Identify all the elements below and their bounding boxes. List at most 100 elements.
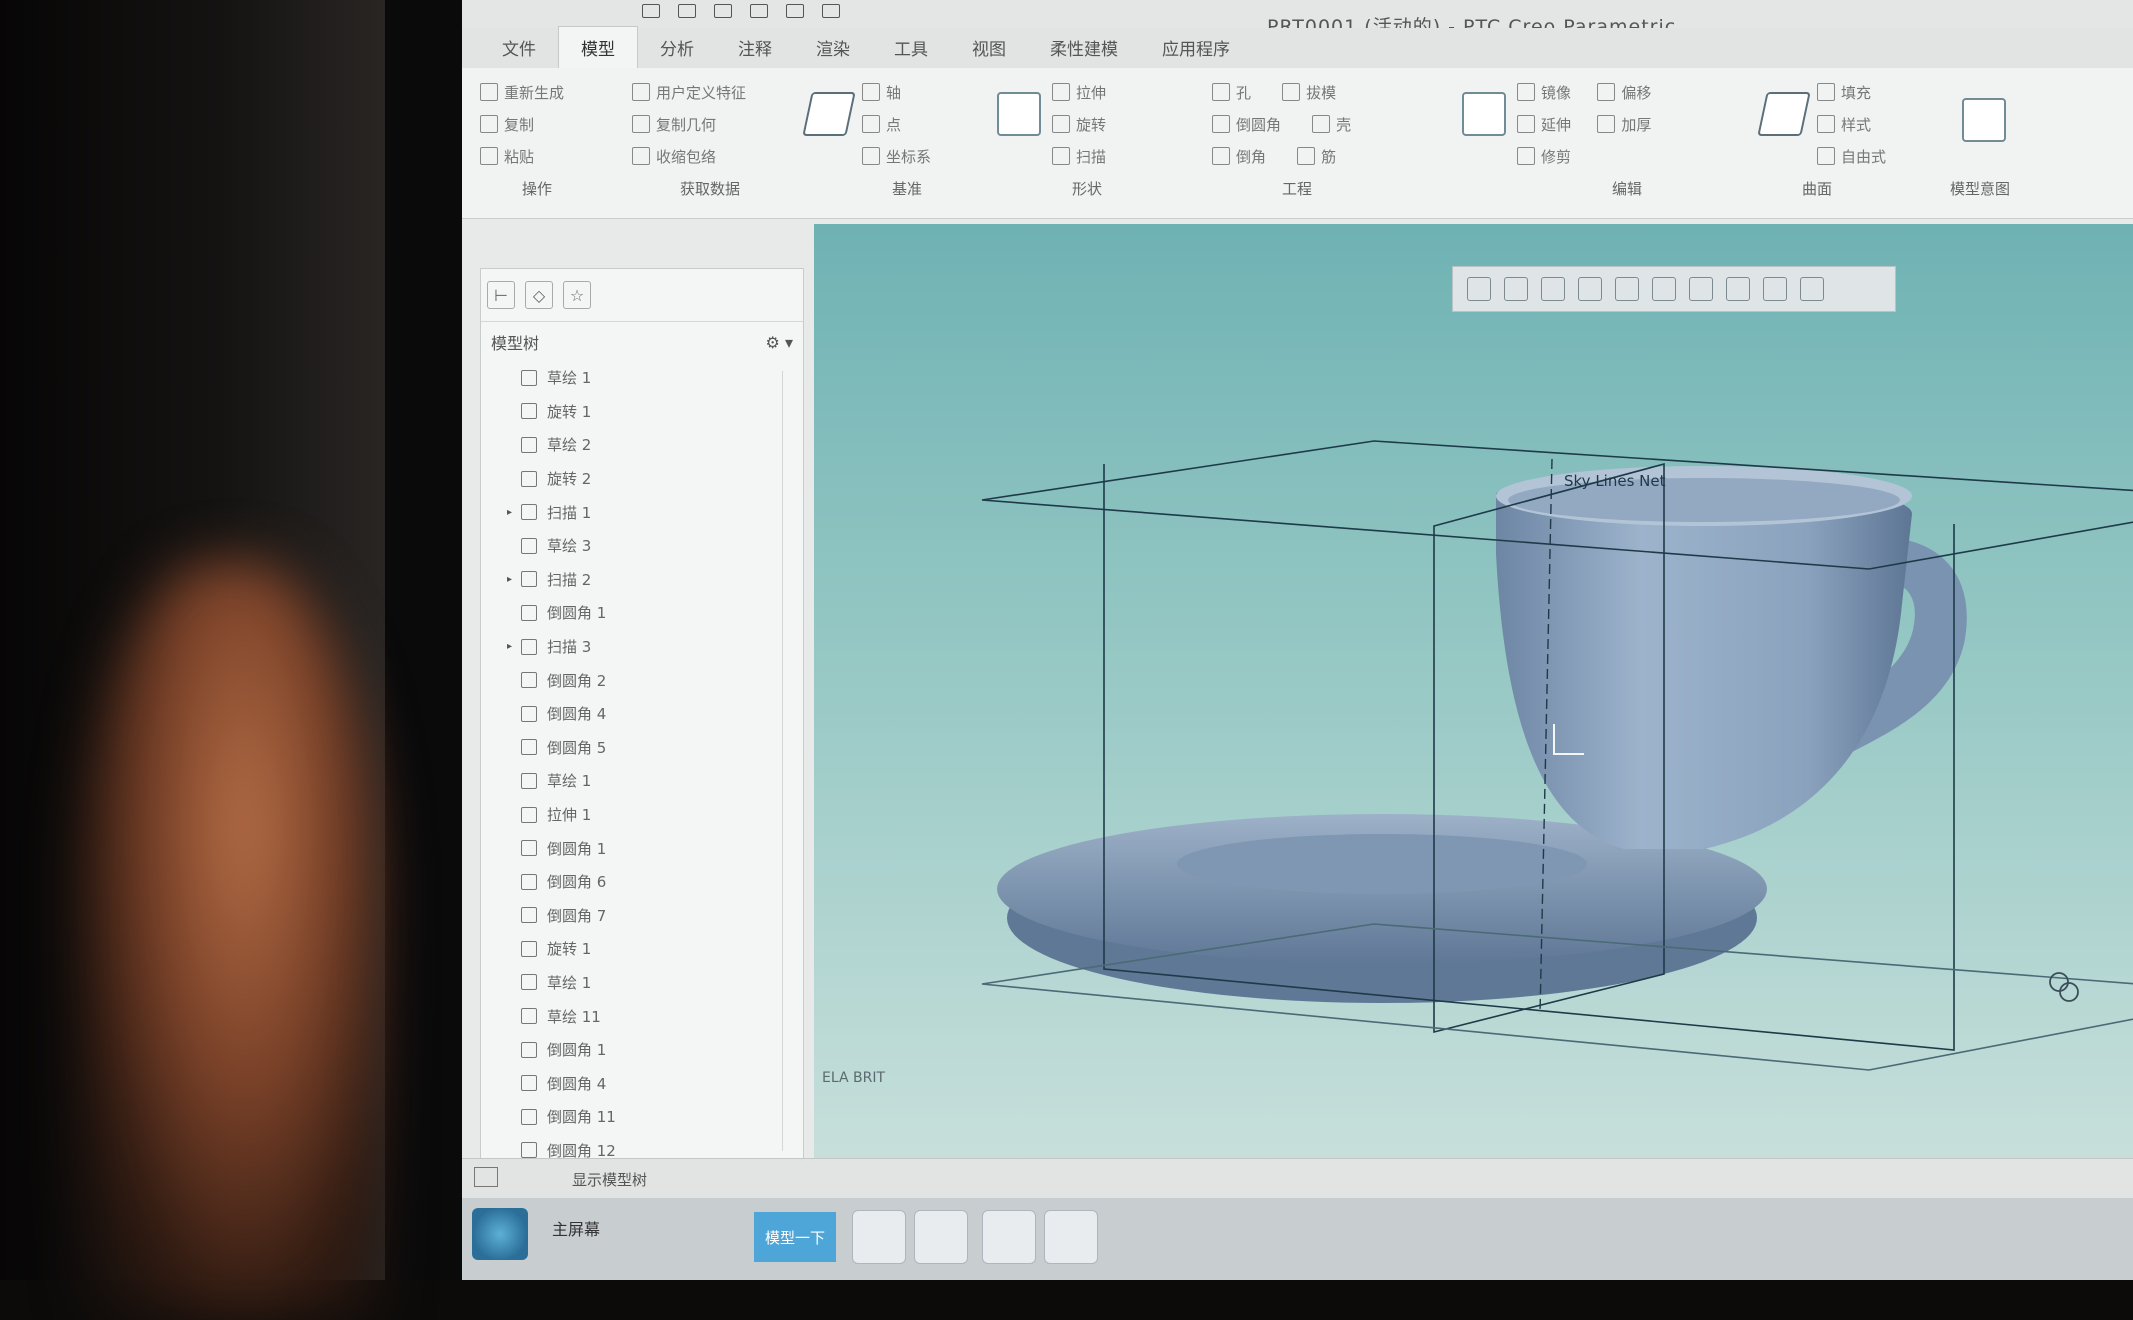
tree-item[interactable]: ▸ 扫描 1 <box>481 495 781 529</box>
save-icon[interactable] <box>714 4 732 18</box>
tree-item[interactable]: 草绘 1 <box>481 361 781 395</box>
sketch-icon[interactable] <box>997 92 1041 136</box>
style-button[interactable]: 样式 <box>1817 108 1947 140</box>
expand-arrow-icon[interactable]: ▸ <box>507 574 521 585</box>
tree-item[interactable]: 旋转 2 <box>481 462 781 496</box>
regenerate-button[interactable]: 重新生成 <box>480 76 600 108</box>
taskbar-active-button[interactable]: 模型一下 <box>754 1212 836 1262</box>
tab-analysis[interactable]: 分析 <box>638 27 716 68</box>
tree-item[interactable]: ▸ 扫描 2 <box>481 563 781 597</box>
sweep-button[interactable]: 扫描 <box>1052 140 1182 172</box>
tree-item[interactable]: 旋转 1 <box>481 395 781 429</box>
tree-item[interactable]: 草绘 2 <box>481 428 781 462</box>
model-intent-icon[interactable] <box>1962 98 2006 142</box>
round-button[interactable]: 倒圆角 壳 <box>1212 108 1432 140</box>
tree-item[interactable]: 拉伸 1 <box>481 798 781 832</box>
mirror-button[interactable]: 镜像 偏移 <box>1517 76 1757 108</box>
zoom-in-icon[interactable] <box>1504 277 1528 301</box>
tree-item[interactable]: 倒圆角 1 <box>481 1033 781 1067</box>
tab-model[interactable]: 模型 <box>558 26 638 68</box>
fill-button[interactable]: 填充 <box>1817 76 1947 108</box>
tree-item-label: 倒圆角 11 <box>547 1108 616 1127</box>
tree-item[interactable]: 草绘 11 <box>481 999 781 1033</box>
tree-item[interactable]: 倒圆角 5 <box>481 731 781 765</box>
viewport-coord-label: ELA BRIT <box>822 1070 886 1086</box>
expand-arrow-icon[interactable]: ▸ <box>507 507 521 518</box>
extrude-icon <box>1052 83 1070 101</box>
extrude-button[interactable]: 拉伸 <box>1052 76 1182 108</box>
new-icon[interactable] <box>642 4 660 18</box>
orient-icon[interactable] <box>1615 277 1639 301</box>
tab-applications[interactable]: 应用程序 <box>1140 27 1252 68</box>
tab-annotate[interactable]: 注释 <box>716 27 794 68</box>
datum-display-icon[interactable] <box>1726 277 1750 301</box>
tree-scrollbar[interactable] <box>782 371 795 1151</box>
tree-item[interactable]: 倒圆角 7 <box>481 899 781 933</box>
tree-item[interactable]: 倒圆角 6 <box>481 865 781 899</box>
round-icon <box>521 739 537 756</box>
tree-item[interactable]: 倒圆角 4 <box>481 697 781 731</box>
style-icon[interactable] <box>1757 92 1811 136</box>
tree-layers-icon[interactable]: ⊢ <box>487 281 515 309</box>
paste-button[interactable]: 粘贴 <box>480 140 600 172</box>
zoom-out-icon[interactable] <box>1541 277 1565 301</box>
chamfer-button[interactable]: 倒角 筋 <box>1212 140 1432 172</box>
graphics-window[interactable]: Sky Lines Net ELA BRIT <box>814 224 2133 1174</box>
regenerate-icon[interactable] <box>822 4 840 18</box>
saved-views-icon[interactable] <box>1652 277 1676 301</box>
shrinkwrap-button[interactable]: 收缩包络 <box>632 140 782 172</box>
tab-file[interactable]: 文件 <box>480 27 558 68</box>
creo-taskbar-icon[interactable] <box>852 1210 906 1264</box>
freestyle-button[interactable]: 自由式 <box>1817 140 1947 172</box>
document-taskbar-icon[interactable] <box>982 1210 1036 1264</box>
axis-button[interactable]: 轴 <box>862 76 972 108</box>
round-icon <box>521 907 537 924</box>
round-icon <box>521 840 537 857</box>
tree-item[interactable]: 草绘 3 <box>481 529 781 563</box>
spin-center-toggle-icon[interactable] <box>1800 277 1824 301</box>
trim-button[interactable]: 修剪 <box>1517 140 1757 172</box>
tab-render[interactable]: 渲染 <box>794 27 872 68</box>
open-icon[interactable] <box>678 4 696 18</box>
hole-button[interactable]: 孔 拔模 <box>1212 76 1432 108</box>
tree-item[interactable]: 倒圆角 1 <box>481 831 781 865</box>
display-style-icon[interactable] <box>1689 277 1713 301</box>
copy-button[interactable]: 复制 <box>480 108 600 140</box>
copy-geometry-button[interactable]: 复制几何 <box>632 108 782 140</box>
udf-icon <box>632 83 650 101</box>
redo-icon[interactable] <box>786 4 804 18</box>
tree-item[interactable]: 旋转 1 <box>481 932 781 966</box>
tab-tools[interactable]: 工具 <box>872 27 950 68</box>
app-taskbar-icon[interactable] <box>914 1210 968 1264</box>
udf-button[interactable]: 用户定义特征 <box>632 76 782 108</box>
tree-item[interactable]: 倒圆角 2 <box>481 663 781 697</box>
status-tree-icon[interactable] <box>474 1167 498 1187</box>
tab-view[interactable]: 视图 <box>950 27 1028 68</box>
annotation-display-icon[interactable] <box>1763 277 1787 301</box>
revolve-icon <box>521 403 537 420</box>
point-button[interactable]: 点 <box>862 108 972 140</box>
tree-item[interactable]: 倒圆角 1 <box>481 596 781 630</box>
revolve-button[interactable]: 旋转 <box>1052 108 1182 140</box>
tree-folder-icon[interactable]: ◇ <box>525 281 553 309</box>
folder-taskbar-icon[interactable] <box>1044 1210 1098 1264</box>
extend-button[interactable]: 延伸 加厚 <box>1517 108 1757 140</box>
csys-button[interactable]: 坐标系 <box>862 140 972 172</box>
tree-settings-icon[interactable]: ⚙ ▾ <box>766 333 793 352</box>
pattern-icon[interactable] <box>1462 92 1506 136</box>
taskbar-app-label[interactable]: 主屏幕 <box>552 1216 600 1240</box>
start-button[interactable] <box>472 1208 528 1260</box>
tree-item[interactable]: 草绘 1 <box>481 966 781 1000</box>
plane-icon[interactable] <box>802 92 856 136</box>
expand-arrow-icon[interactable]: ▸ <box>507 641 521 652</box>
tree-item[interactable]: 倒圆角 4 <box>481 1066 781 1100</box>
sketch-icon <box>521 772 537 789</box>
tab-flexible-modeling[interactable]: 柔性建模 <box>1028 27 1140 68</box>
tree-item[interactable]: ▸ 扫描 3 <box>481 630 781 664</box>
tree-favorites-icon[interactable]: ☆ <box>563 281 591 309</box>
repaint-icon[interactable] <box>1578 277 1602 301</box>
tree-item[interactable]: 倒圆角 11 <box>481 1100 781 1134</box>
refit-icon[interactable] <box>1467 277 1491 301</box>
undo-icon[interactable] <box>750 4 768 18</box>
tree-item[interactable]: 草绘 1 <box>481 764 781 798</box>
